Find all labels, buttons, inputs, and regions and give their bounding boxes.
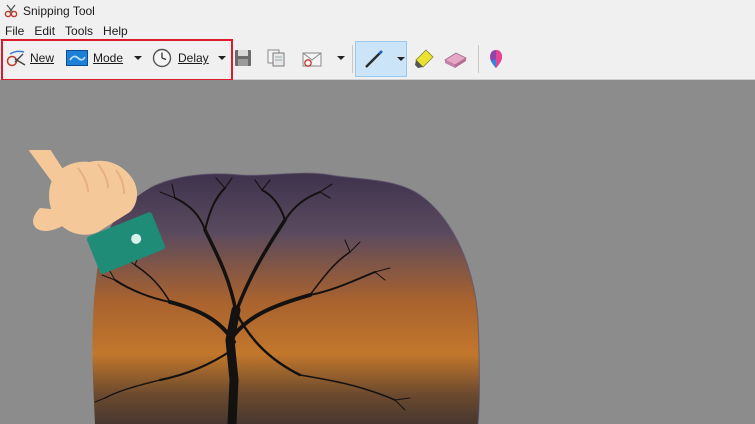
pen-dropdown-arrow[interactable]: [396, 42, 406, 76]
eraser-icon: [444, 52, 467, 68]
pointing-hand-illustration: [28, 150, 166, 274]
paint3d-icon: [490, 50, 502, 68]
menu-tools[interactable]: Tools: [60, 24, 98, 38]
menu-bar: File Edit Tools Help: [0, 22, 755, 39]
snipping-tool-window: Snipping Tool File Edit Tools Help New M…: [0, 0, 755, 424]
send-email-icon: [302, 52, 322, 67]
title-bar: Snipping Tool: [0, 0, 755, 22]
pen-icon: [365, 50, 383, 68]
mode-icon: [66, 50, 88, 66]
chevron-down-icon: [397, 57, 405, 61]
delay-button[interactable]: Delay: [152, 42, 209, 74]
clock-icon: [152, 48, 172, 68]
send-dropdown-arrow[interactable]: [336, 42, 346, 74]
toolbar-separator: [352, 45, 353, 73]
mode-button[interactable]: Mode: [66, 42, 123, 74]
delay-label: Delay: [178, 51, 209, 65]
window-title: Snipping Tool: [23, 4, 95, 18]
toolbar-separator: [478, 45, 479, 73]
eraser-button[interactable]: [442, 42, 468, 76]
scissors-app-icon: [4, 4, 18, 18]
chevron-down-icon: [134, 56, 142, 60]
save-button[interactable]: [234, 42, 252, 74]
mode-dropdown-arrow[interactable]: [133, 42, 143, 74]
menu-edit[interactable]: Edit: [29, 24, 60, 38]
chevron-down-icon: [218, 56, 226, 60]
chevron-down-icon: [337, 56, 345, 60]
snip-canvas: [0, 80, 755, 424]
paint3d-button[interactable]: [486, 42, 506, 76]
menu-help[interactable]: Help: [98, 24, 133, 38]
new-label: New: [30, 51, 55, 65]
highlighter-icon: [415, 49, 434, 68]
scissors-icon: [6, 50, 26, 67]
highlighter-button[interactable]: [412, 42, 436, 76]
pen-button[interactable]: [362, 42, 386, 76]
delay-dropdown-arrow[interactable]: [217, 42, 227, 74]
send-button[interactable]: [301, 42, 325, 74]
copy-button[interactable]: [266, 42, 286, 74]
mode-label: Mode: [93, 51, 124, 65]
menu-file[interactable]: File: [0, 24, 29, 38]
save-icon: [235, 50, 251, 66]
new-button[interactable]: New: [6, 42, 54, 74]
copy-icon: [267, 49, 285, 67]
